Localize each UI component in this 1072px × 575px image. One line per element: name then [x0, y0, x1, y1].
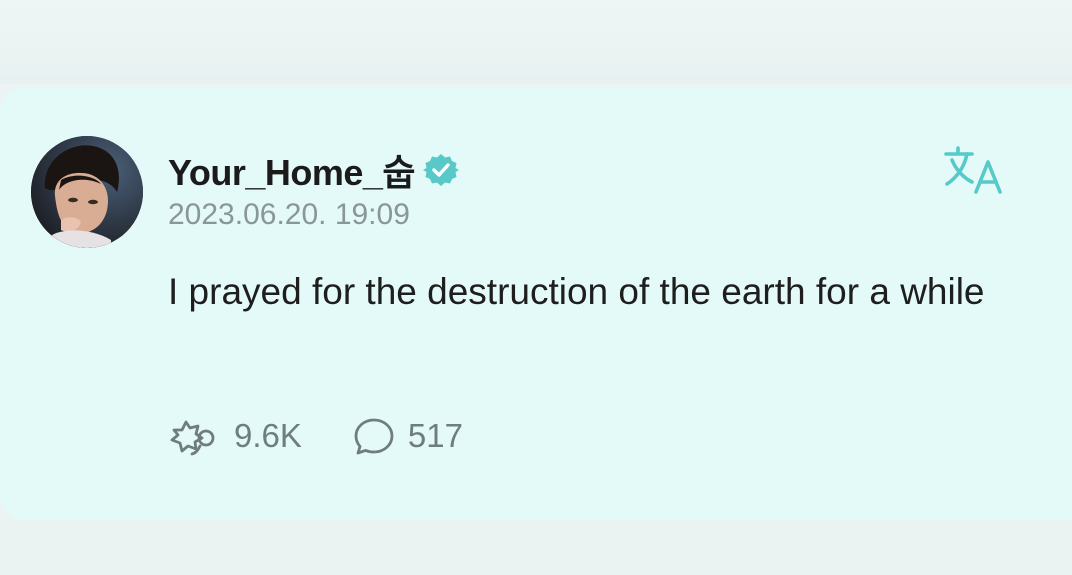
- avatar[interactable]: [31, 136, 143, 248]
- previous-post-edge: [0, 0, 1072, 84]
- comment-button[interactable]: 517: [350, 416, 463, 456]
- next-post-edge: [0, 522, 1072, 575]
- like-count: 9.6K: [234, 417, 302, 454]
- like-icon: [170, 420, 215, 456]
- post-stats: 9.6K 517: [168, 414, 463, 458]
- username[interactable]: Your_Home_숩: [168, 144, 416, 196]
- verified-badge-icon: [423, 154, 460, 186]
- translate-icon[interactable]: [944, 146, 1008, 196]
- comment-icon: [354, 418, 394, 455]
- like-button[interactable]: 9.6K: [168, 416, 302, 456]
- comment-count: 517: [407, 417, 463, 454]
- post-timestamp: 2023.06.20. 19:09: [168, 198, 410, 231]
- post-text: I prayed for the destruction of the eart…: [168, 271, 985, 312]
- avatar-photo: [31, 136, 143, 248]
